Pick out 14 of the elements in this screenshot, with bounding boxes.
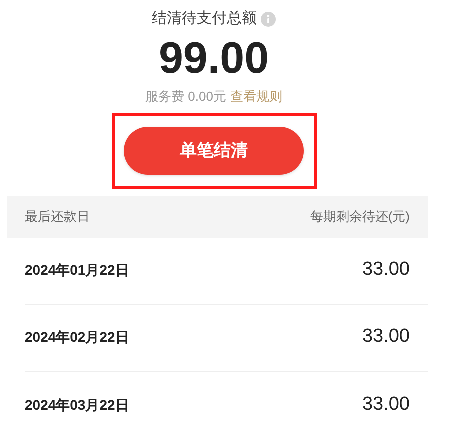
service-fee: 服务费 0.00元 (146, 88, 226, 106)
settle-button[interactable]: 单笔结清 (124, 126, 304, 174)
remaining-amount: 33.00 (362, 325, 410, 350)
due-date: 2024年01月22日 (25, 261, 130, 280)
remaining-amount: 33.00 (362, 258, 410, 282)
summary-title: 结清待支付总额 (152, 8, 257, 29)
rules-link[interactable]: 查看规则 (230, 87, 282, 106)
info-icon[interactable] (261, 12, 276, 26)
column-header: 最后还款日 (25, 208, 90, 226)
column-header: 每期剩余待还(元) (310, 208, 410, 226)
due-date: 2024年03月22日 (25, 396, 130, 414)
total-amount: 99.00 (158, 33, 270, 85)
due-date: 2024年02月22日 (25, 328, 130, 347)
remaining-amount: 33.00 (362, 392, 410, 417)
